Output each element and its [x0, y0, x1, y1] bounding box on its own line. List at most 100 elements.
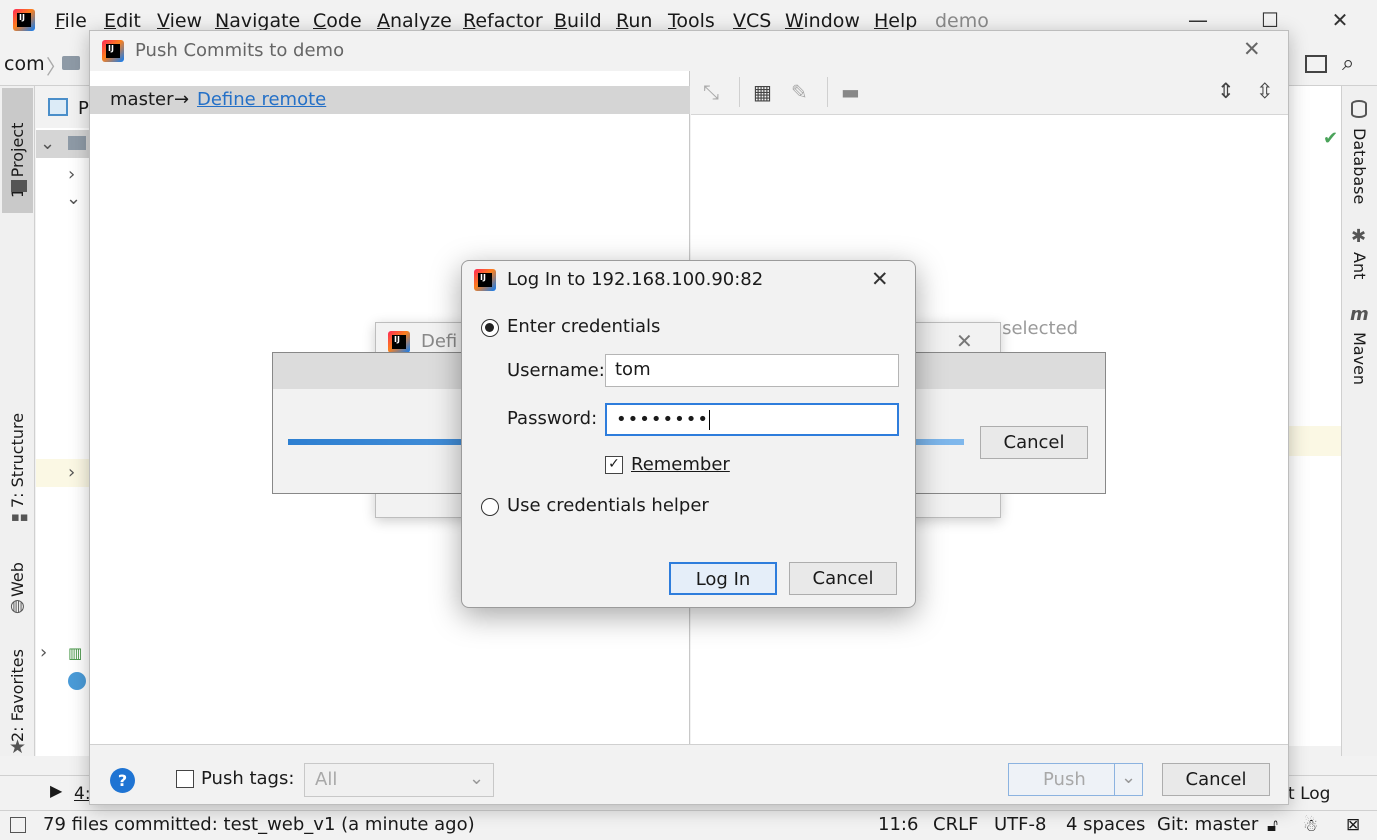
- database-icon: [1351, 100, 1367, 118]
- menu-tools[interactable]: Tools: [668, 10, 715, 32]
- collapse-all-icon[interactable]: ⇳: [1256, 79, 1274, 103]
- chevron-right-icon[interactable]: ›: [68, 164, 75, 185]
- breadcrumb-root[interactable]: com: [4, 53, 45, 75]
- tool-tab-database[interactable]: Database: [1350, 128, 1369, 228]
- login-cancel-button[interactable]: Cancel: [789, 562, 897, 595]
- project-view-icon[interactable]: [48, 98, 68, 116]
- project-panel: P ⌄ › ⌄ › › ▥: [36, 86, 91, 756]
- tool-tab-ant[interactable]: Ant: [1350, 252, 1369, 292]
- menu-build[interactable]: Build: [554, 10, 602, 32]
- favorites-star-icon: ★: [9, 736, 27, 758]
- left-tool-stripe: 1: Project 7: Structure ▪▪ Web ◍ 2: Favo…: [0, 86, 35, 758]
- module-folder-icon: [68, 136, 86, 150]
- close-icon[interactable]: ✕: [956, 329, 973, 353]
- project-folder-icon: [11, 180, 27, 192]
- login-button[interactable]: Log In: [669, 562, 777, 595]
- chevron-down-icon[interactable]: ⌄: [40, 133, 55, 154]
- chart-icon: ▥: [68, 644, 83, 662]
- remember-checkbox[interactable]: ✓: [605, 456, 623, 474]
- chevron-right-icon-2[interactable]: ›: [68, 462, 75, 483]
- menu-vcs[interactable]: VCS: [733, 10, 771, 32]
- collapse-arrows-icon[interactable]: ⤡: [703, 80, 719, 104]
- expand-all-icon[interactable]: ⇕: [1217, 79, 1235, 103]
- status-bar: 79 files committed: test_web_v1 (a minut…: [0, 810, 1377, 840]
- memory-indicator-icon[interactable]: ⊠: [1346, 815, 1360, 835]
- menu-view[interactable]: View: [157, 10, 202, 32]
- chevron-down-icon: ⌄: [469, 768, 485, 789]
- use-helper-label[interactable]: Use credentials helper: [507, 495, 709, 516]
- branch-row[interactable]: master → Define remote: [90, 86, 690, 114]
- push-tags-label: Push tags:: [201, 768, 295, 789]
- close-window-icon[interactable]: ✕: [1320, 8, 1360, 32]
- tool-tab-web[interactable]: Web: [8, 552, 27, 597]
- minimize-icon[interactable]: —: [1178, 8, 1218, 32]
- details-toolbar: ⤡ ▦ ✎ ▬ ⇕ ⇳: [691, 71, 1288, 115]
- file-encoding[interactable]: UTF-8: [994, 814, 1046, 835]
- preview-diff-icon[interactable]: ▬: [841, 80, 860, 104]
- menu-run[interactable]: Run: [616, 10, 652, 32]
- ant-icon: ✱: [1351, 226, 1367, 247]
- indent-setting[interactable]: 4 spaces: [1066, 814, 1145, 835]
- tool-tab-event-log[interactable]: t Log: [1288, 784, 1330, 804]
- push-dialog-title: Push Commits to demo: [135, 40, 345, 61]
- progress-cancel-button[interactable]: Cancel: [980, 426, 1088, 459]
- enter-credentials-label[interactable]: Enter credentials: [507, 316, 660, 337]
- menu-file[interactable]: File: [55, 10, 87, 32]
- toolbar-divider-2: [827, 77, 828, 107]
- inspector-icon[interactable]: ☃: [1303, 816, 1318, 836]
- password-label: Password:: [507, 408, 598, 429]
- chevron-down-icon-2[interactable]: ⌄: [66, 188, 81, 209]
- push-dialog-footer: ? Push tags: All ⌄ Push ⌄ Cancel: [90, 744, 1288, 804]
- group-by-icon[interactable]: ▦: [753, 80, 772, 104]
- help-icon[interactable]: ?: [110, 768, 135, 793]
- tree-row-highlight: [36, 459, 91, 487]
- password-value: ••••••••: [616, 409, 709, 430]
- project-title: demo: [935, 10, 989, 32]
- menu-navigate[interactable]: Navigate: [215, 10, 300, 32]
- close-icon[interactable]: ✕: [871, 267, 889, 291]
- run-preview-icon[interactable]: [1305, 55, 1327, 73]
- menu-analyze[interactable]: Analyze: [377, 10, 452, 32]
- menu-help[interactable]: Help: [874, 10, 917, 32]
- intellij-logo-icon: IJ: [388, 331, 410, 353]
- define-remote-link[interactable]: Define remote: [197, 89, 326, 110]
- maximize-icon[interactable]: ☐: [1250, 8, 1290, 32]
- push-tags-checkbox[interactable]: [176, 770, 194, 788]
- menu-refactor[interactable]: Refactor: [463, 10, 543, 32]
- run-icon[interactable]: ▶: [50, 781, 62, 800]
- branch-name: master: [110, 89, 174, 110]
- push-tags-select[interactable]: All ⌄: [304, 763, 494, 797]
- folder-icon: [62, 56, 80, 70]
- menu-code[interactable]: Code: [313, 10, 362, 32]
- enter-credentials-radio[interactable]: [481, 319, 499, 337]
- push-split-divider: [1114, 764, 1115, 795]
- tool-tab-structure[interactable]: 7: Structure: [8, 408, 27, 508]
- remember-label[interactable]: Remember: [631, 454, 730, 475]
- intellij-logo-icon: IJ: [13, 9, 35, 31]
- line-separator[interactable]: CRLF: [933, 814, 978, 835]
- push-cancel-button[interactable]: Cancel: [1162, 763, 1270, 796]
- structure-icon: ▪▪: [11, 510, 29, 525]
- menu-window[interactable]: Window: [785, 10, 860, 32]
- push-options-chevron-icon[interactable]: ⌄: [1121, 767, 1136, 788]
- status-message[interactable]: 79 files committed: test_web_v1 (a minut…: [43, 814, 475, 835]
- push-button[interactable]: Push ⌄: [1008, 763, 1143, 796]
- right-tool-stripe: Database ✱ Ant m Maven: [1341, 86, 1377, 756]
- username-field[interactable]: tom: [605, 354, 899, 387]
- tool-tab-maven[interactable]: Maven: [1350, 332, 1369, 402]
- edit-pencil-icon[interactable]: ✎: [791, 80, 808, 104]
- status-toggle-icon[interactable]: [10, 817, 26, 833]
- text-caret: [708, 410, 710, 430]
- git-branch[interactable]: Git: master: [1157, 814, 1258, 835]
- push-tags-select-value: All: [315, 769, 338, 790]
- lock-icon[interactable]: 🔓︎: [1267, 816, 1278, 836]
- close-icon[interactable]: ✕: [1243, 37, 1261, 61]
- username-label: Username:: [507, 360, 605, 381]
- menu-edit[interactable]: Edit: [104, 10, 141, 32]
- search-icon[interactable]: ⌕: [1342, 51, 1354, 76]
- tool-tab-favorites[interactable]: 2: Favorites: [8, 642, 27, 742]
- password-field[interactable]: ••••••••: [605, 403, 899, 436]
- use-helper-radio[interactable]: [481, 498, 499, 516]
- chevron-right-icon-3[interactable]: ›: [40, 642, 47, 663]
- caret-position[interactable]: 11:6: [878, 814, 918, 835]
